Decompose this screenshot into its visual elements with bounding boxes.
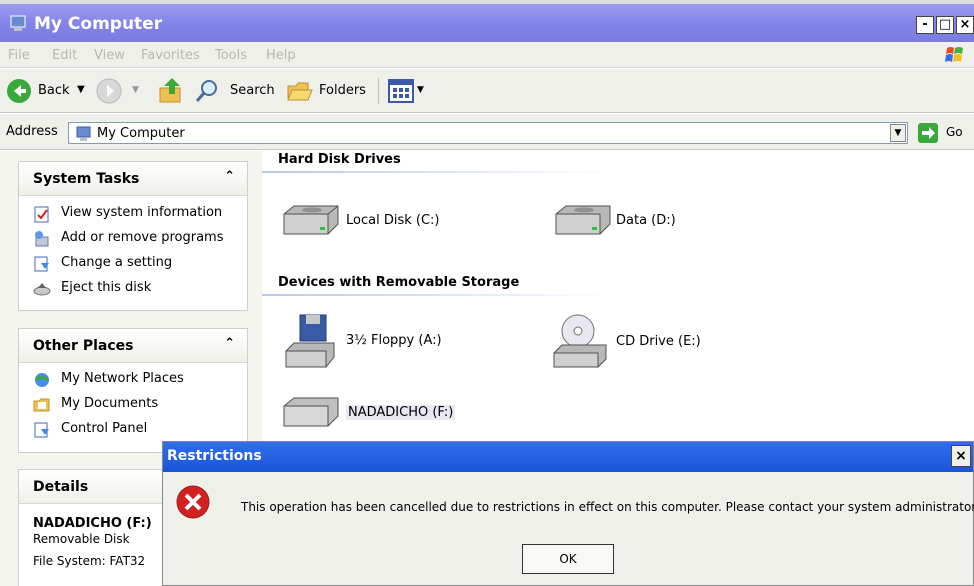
- hard-disk-icon: [555, 205, 611, 235]
- other-places-header[interactable]: Other Places ⌃: [19, 329, 247, 363]
- folders-label: Folders: [319, 83, 366, 98]
- toolbar-separator: [378, 78, 379, 104]
- menu-tools[interactable]: Tools: [215, 48, 247, 63]
- up-folder-icon[interactable]: [158, 76, 184, 104]
- drive-label: Data (D:): [616, 213, 676, 228]
- task-label: Change a setting: [61, 255, 173, 270]
- folders-icon: [287, 82, 313, 101]
- ok-button[interactable]: OK: [522, 544, 614, 574]
- back-label: Back: [38, 83, 70, 98]
- menu-file[interactable]: File: [8, 48, 30, 63]
- collapse-icon[interactable]: ⌃: [224, 169, 235, 184]
- back-arrow-icon: [7, 79, 31, 103]
- section-divider: [262, 171, 612, 173]
- drive-f[interactable]: NADADICHO (F:): [280, 396, 480, 427]
- dialog-message: This operation has been cancelled due to…: [241, 500, 974, 514]
- address-bar: Address My Computer ▼ Go: [0, 114, 974, 150]
- my-documents-icon: [33, 398, 50, 412]
- drive-label: Local Disk (C:): [346, 213, 440, 228]
- address-value: My Computer: [97, 126, 185, 141]
- task-label: View system information: [61, 205, 223, 220]
- drive-label: NADADICHO (F:): [346, 405, 456, 420]
- go-arrow-icon: [918, 123, 938, 143]
- dialog-title: Restrictions: [167, 448, 262, 464]
- back-button[interactable]: Back ▼: [6, 78, 86, 104]
- dialog-title-bar[interactable]: Restrictions ×: [163, 442, 973, 472]
- search-icon: [195, 80, 217, 102]
- system-tasks-title: System Tasks: [33, 171, 140, 187]
- go-label: Go: [946, 125, 963, 139]
- removable-disk-icon: [283, 397, 339, 427]
- title-bar: My Computer - □ ×: [0, 0, 974, 42]
- task-label: Eject this disk: [61, 280, 152, 295]
- folders-button[interactable]: Folders: [286, 78, 368, 104]
- windows-logo-icon: [945, 47, 963, 62]
- restrictions-dialog: Restrictions × This operation has been c…: [162, 441, 974, 586]
- error-icon: [176, 485, 210, 519]
- address-label: Address: [6, 124, 58, 139]
- details-name: NADADICHO (F:): [33, 516, 152, 531]
- views-dropdown-icon[interactable]: ▼: [417, 85, 424, 95]
- other-places-title: Other Places: [33, 338, 134, 354]
- details-title: Details: [33, 479, 89, 495]
- details-type: Removable Disk: [33, 532, 130, 546]
- forward-button[interactable]: [96, 78, 122, 104]
- views-icon[interactable]: [388, 79, 414, 103]
- search-label: Search: [230, 83, 275, 98]
- my-computer-icon: [10, 15, 26, 31]
- chevron-down-icon[interactable]: ▼: [77, 84, 85, 95]
- menu-favorites[interactable]: Favorites: [141, 48, 200, 63]
- menu-edit[interactable]: Edit: [52, 48, 77, 63]
- forward-dropdown-icon[interactable]: ▼: [132, 85, 139, 95]
- close-button[interactable]: ×: [956, 16, 974, 34]
- place-label: My Documents: [61, 396, 159, 411]
- system-tasks-header[interactable]: System Tasks ⌃: [19, 162, 247, 196]
- hard-disk-icon: [283, 205, 339, 235]
- drive-label: 3½ Floppy (A:): [346, 333, 442, 348]
- hdd-section-title: Hard Disk Drives: [278, 152, 401, 167]
- dialog-close-button[interactable]: ×: [951, 445, 971, 467]
- drive-label: CD Drive (E:): [616, 334, 701, 349]
- eject-icon: [33, 283, 51, 296]
- collapse-icon[interactable]: ⌃: [224, 336, 235, 351]
- my-computer-small-icon: [76, 126, 91, 141]
- task-label: Add or remove programs: [61, 230, 224, 245]
- details-filesystem: File System: FAT32: [33, 554, 146, 568]
- removable-section-title: Devices with Removable Storage: [278, 275, 520, 290]
- section-divider: [262, 294, 612, 296]
- toolbar: Back ▼ ▼ Search Folders ▼: [0, 69, 974, 113]
- window-title: My Computer: [34, 14, 163, 34]
- title-bar-background: My Computer - □ ×: [0, 4, 974, 42]
- menu-view[interactable]: View: [94, 48, 125, 63]
- floppy-drive-icon: [285, 314, 335, 368]
- search-button[interactable]: Search: [194, 78, 275, 104]
- go-button[interactable]: Go: [918, 122, 968, 144]
- control-panel-icon: [34, 422, 49, 438]
- address-input[interactable]: My Computer: [68, 122, 908, 144]
- other-places-panel: Other Places ⌃ My Network Places My Docu…: [18, 328, 248, 453]
- control-panel-icon: [34, 256, 49, 272]
- menu-bar: File Edit View Favorites Tools Help: [0, 42, 974, 68]
- place-label: Control Panel: [61, 421, 148, 436]
- system-tasks-panel: System Tasks ⌃ View system information A…: [18, 161, 248, 311]
- drive-e[interactable]: CD Drive (E:): [552, 313, 752, 369]
- drive-c[interactable]: Local Disk (C:): [280, 204, 480, 235]
- address-dropdown-button[interactable]: ▼: [890, 124, 906, 142]
- drive-a[interactable]: 3½ Floppy (A:): [284, 313, 484, 369]
- menu-help[interactable]: Help: [266, 48, 296, 63]
- system-info-icon: [34, 206, 49, 223]
- drive-d[interactable]: Data (D:): [552, 204, 752, 235]
- network-places-icon: [35, 373, 49, 387]
- place-label: My Network Places: [61, 371, 184, 386]
- minimize-button[interactable]: -: [916, 16, 934, 34]
- add-remove-programs-icon: [35, 231, 49, 247]
- cd-drive-icon: [553, 314, 607, 368]
- maximize-button[interactable]: □: [936, 16, 954, 34]
